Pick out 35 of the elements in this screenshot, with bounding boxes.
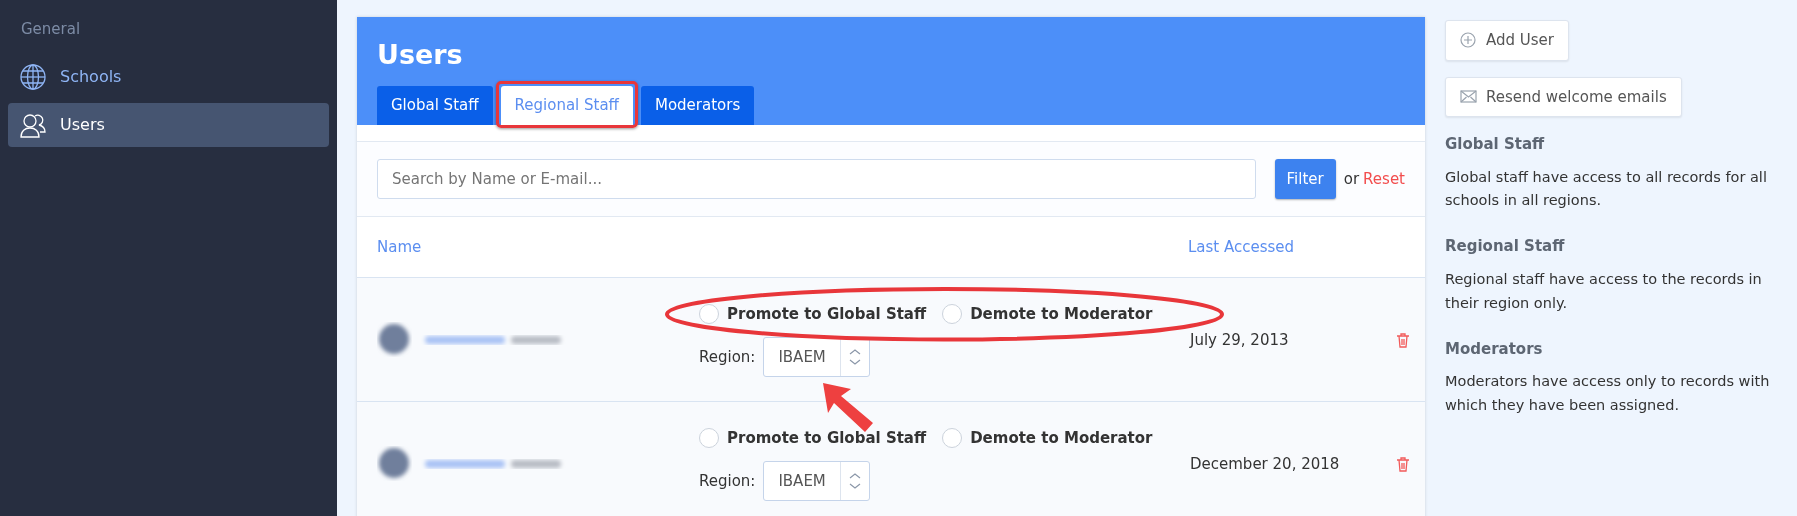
trash-icon <box>1396 455 1410 472</box>
date-cell-text: July 29, 2013 <box>1190 329 1290 351</box>
or-label: or <box>1343 168 1360 190</box>
help-heading: Regional Staff <box>1445 236 1566 258</box>
date-cell-text: December 20, 2018 <box>1190 453 1341 475</box>
sidebar-item[interactable]: Schools <box>8 54 329 99</box>
annotation-arrow <box>823 383 874 433</box>
page-title: Users <box>377 39 464 72</box>
help-text: Moderators have access only to records with which they have been assigned. <box>1445 372 1771 416</box>
plus-icon <box>1460 31 1477 49</box>
radio-option[interactable]: Demote to Moderator <box>942 302 1153 326</box>
sidebar-heading: General <box>20 19 82 40</box>
tab[interactable]: Global Staff <box>377 86 493 125</box>
mail-icon <box>1460 88 1477 106</box>
users-icon <box>20 111 46 138</box>
region-spinner[interactable]: IBAEM <box>763 337 870 378</box>
radio-option[interactable]: Promote to Global Staff <box>699 302 927 326</box>
region-label: Region: <box>699 470 756 492</box>
region-label: Region: <box>699 346 756 368</box>
help-text: Global staff have access to all records for all schools in all regions. <box>1445 167 1768 211</box>
reset-link[interactable]: Reset <box>1363 167 1405 191</box>
radio-option[interactable]: Promote to Global Staff <box>699 426 927 450</box>
globe-icon <box>20 63 46 90</box>
tab[interactable]: Moderators <box>640 86 755 125</box>
action-button[interactable]: Resend welcome emails <box>1445 76 1682 117</box>
help-text: Regional staff have access to the records in their region only. <box>1445 269 1763 313</box>
search-field[interactable]: Search by Name or E-mail... <box>377 158 1256 200</box>
region-spinner[interactable]: IBAEM <box>763 461 870 502</box>
radio-option[interactable]: Demote to Moderator <box>942 426 1153 450</box>
sidebar-item[interactable]: Users <box>8 102 329 147</box>
action-button[interactable]: Add User <box>1445 20 1569 61</box>
help-heading: Moderators <box>1445 338 1544 360</box>
help-heading: Global Staff <box>1445 134 1546 155</box>
trash-icon <box>1396 331 1410 348</box>
filter-button[interactable]: Filter <box>1274 158 1336 200</box>
